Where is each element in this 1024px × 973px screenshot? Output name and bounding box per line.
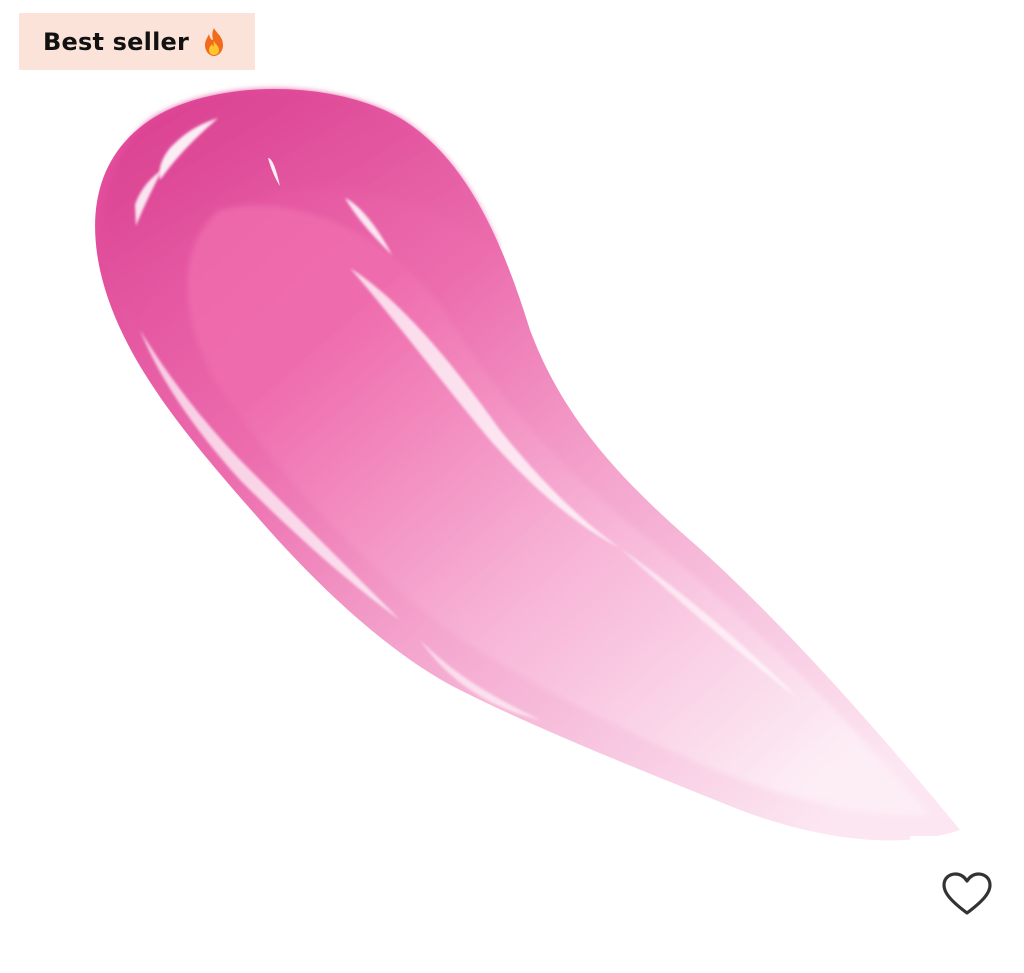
product-card[interactable]: Best seller (0, 0, 1024, 973)
product-swatch-image (95, 88, 960, 841)
fire-icon (201, 27, 227, 57)
heart-outline-icon (942, 872, 992, 915)
badge-label: Best seller (43, 27, 190, 56)
wishlist-button[interactable] (910, 836, 1024, 952)
best-seller-badge: Best seller (19, 13, 255, 70)
